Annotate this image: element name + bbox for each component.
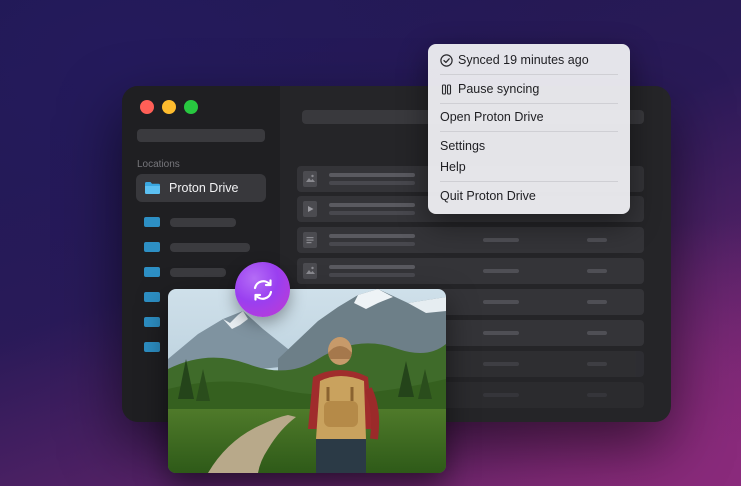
folder-icon: [144, 217, 160, 227]
file-row[interactable]: [297, 258, 644, 284]
sidebar-item-label: Proton Drive: [169, 181, 239, 195]
menu-divider: [440, 74, 618, 75]
locations-label: Locations: [137, 159, 180, 170]
menu-item-label: Synced 19 minutes ago: [458, 53, 589, 67]
folder-icon: [144, 292, 160, 302]
document-file-icon: [303, 232, 317, 248]
sync-badge: [235, 262, 290, 317]
menu-item-quit[interactable]: Quit Proton Drive: [440, 186, 536, 206]
menu-divider: [440, 131, 618, 132]
menu-item-label: Settings: [440, 139, 486, 153]
menu-item-open-proton-drive[interactable]: Open Proton Drive: [440, 107, 544, 127]
video-file-icon: [303, 201, 317, 217]
file-row[interactable]: [297, 227, 644, 253]
window-controls: [140, 100, 198, 114]
menu-item-help[interactable]: Help: [440, 157, 466, 177]
close-window-button[interactable]: [140, 100, 154, 114]
sidebar-item-proton-drive[interactable]: Proton Drive: [136, 174, 266, 202]
photo-preview: [168, 289, 446, 473]
menu-item-settings[interactable]: Settings: [440, 136, 485, 156]
folder-icon: [145, 182, 160, 194]
minimize-window-button[interactable]: [162, 100, 176, 114]
menu-item-pause-syncing[interactable]: Pause syncing: [440, 79, 539, 99]
menu-divider: [440, 103, 618, 104]
sync-icon: [253, 278, 272, 301]
hiker-photo: [168, 289, 446, 473]
sidebar-search-placeholder[interactable]: [137, 129, 265, 142]
tray-context-menu: Synced 19 minutes ago Pause syncing Open…: [428, 44, 630, 214]
check-circle-icon: [440, 53, 453, 67]
folder-icon: [144, 242, 160, 252]
menu-item-label: Help: [440, 160, 466, 174]
menu-item-label: Open Proton Drive: [440, 110, 544, 124]
image-file-icon: [303, 263, 317, 279]
folder-icon: [144, 342, 160, 352]
menu-divider: [440, 181, 618, 182]
folder-icon: [144, 267, 160, 277]
maximize-window-button[interactable]: [184, 100, 198, 114]
pause-icon: [441, 83, 452, 95]
menu-item-label: Quit Proton Drive: [440, 189, 536, 203]
menu-item-sync-status: Synced 19 minutes ago: [440, 50, 589, 70]
folder-icon: [144, 317, 160, 327]
image-file-icon: [303, 171, 317, 187]
menu-item-label: Pause syncing: [458, 82, 540, 96]
